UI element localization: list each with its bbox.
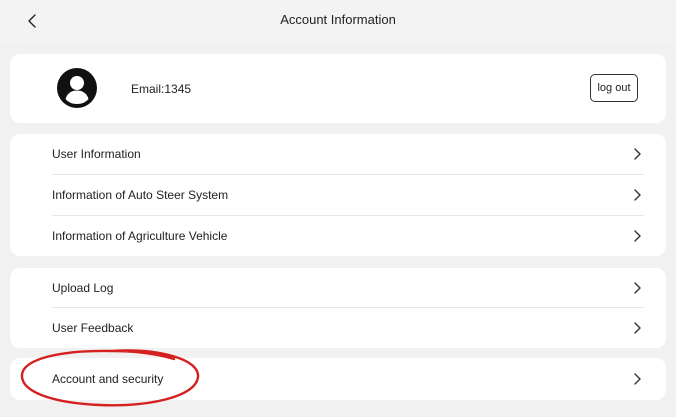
logout-button[interactable]: log out (590, 74, 638, 102)
menu-item-user-feedback[interactable]: User Feedback (10, 308, 666, 348)
menu-item-label: Upload Log (52, 281, 114, 295)
user-avatar-icon (57, 68, 97, 108)
menu-item-label: Information of Agriculture Vehicle (52, 229, 228, 243)
chevron-right-icon (634, 282, 641, 294)
email-label: Email:1345 (131, 82, 192, 96)
chevron-right-icon (634, 322, 641, 334)
menu-item-agriculture-vehicle[interactable]: Information of Agriculture Vehicle (10, 216, 666, 256)
chevron-right-icon (634, 230, 641, 242)
menu-item-user-information[interactable]: User Information (10, 134, 666, 174)
chevron-right-icon (634, 189, 641, 201)
chevron-right-icon (634, 373, 641, 385)
menu-item-upload-log[interactable]: Upload Log (10, 268, 666, 308)
menu-item-label: User Information (52, 147, 141, 161)
menu-item-label: User Feedback (52, 321, 134, 335)
chevron-right-icon (634, 148, 641, 160)
info-group: User Information Information of Auto Ste… (10, 134, 666, 256)
menu-item-label: Account and security (52, 372, 164, 386)
support-group: Upload Log User Feedback (10, 268, 666, 348)
account-card: Email:1345 log out (10, 54, 666, 123)
menu-item-account-and-security[interactable]: Account and security (10, 359, 666, 399)
menu-item-auto-steer-system[interactable]: Information of Auto Steer System (10, 175, 666, 215)
page-title: Account Information (280, 12, 396, 27)
header-bar: Account Information (0, 0, 676, 44)
menu-item-label: Information of Auto Steer System (52, 188, 229, 202)
security-group: Account and security (10, 358, 666, 400)
